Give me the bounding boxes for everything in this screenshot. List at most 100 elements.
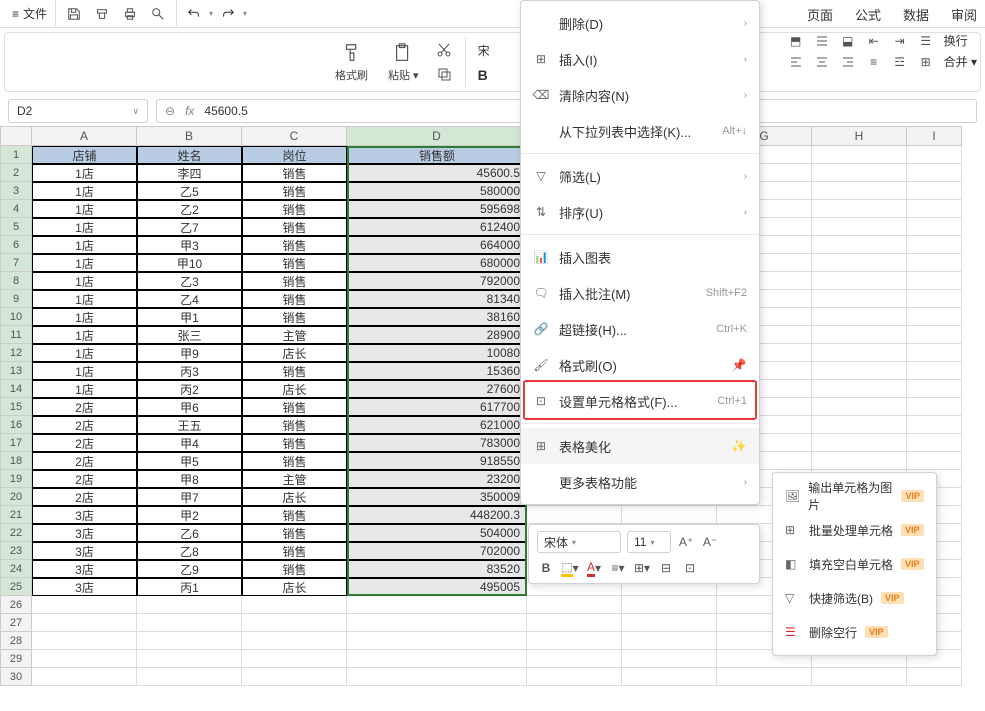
row-header[interactable]: 26 — [0, 596, 32, 614]
cell[interactable] — [907, 416, 962, 434]
row-header[interactable]: 14 — [0, 380, 32, 398]
cell[interactable]: 店长 — [242, 380, 347, 398]
cell[interactable]: 1店 — [32, 326, 137, 344]
cell[interactable] — [347, 596, 527, 614]
cell[interactable]: 乙2 — [137, 200, 242, 218]
ctx-more-table[interactable]: 更多表格功能› — [521, 464, 759, 500]
row-header[interactable]: 23 — [0, 542, 32, 560]
cell[interactable] — [907, 308, 962, 326]
row-header[interactable]: 11 — [0, 326, 32, 344]
fill-color-icon[interactable]: ⬚▾ — [561, 559, 579, 577]
cell[interactable]: 销售 — [242, 308, 347, 326]
cell[interactable] — [907, 290, 962, 308]
cell[interactable] — [907, 146, 962, 164]
cell[interactable]: 销售 — [242, 434, 347, 452]
row-header[interactable]: 16 — [0, 416, 32, 434]
cell[interactable]: 销售 — [242, 272, 347, 290]
cell[interactable]: 王五 — [137, 416, 242, 434]
mini-font-select[interactable]: 宋体▾ — [537, 531, 621, 553]
cell[interactable] — [812, 290, 907, 308]
align-left-icon[interactable] — [788, 54, 804, 70]
cell[interactable]: 27600 — [347, 380, 527, 398]
cell[interactable]: 702000 — [347, 542, 527, 560]
cancel-icon[interactable]: ⊖ — [165, 104, 175, 118]
cell[interactable]: 1店 — [32, 308, 137, 326]
cell[interactable] — [137, 632, 242, 650]
row-header[interactable]: 1 — [0, 146, 32, 164]
name-box[interactable]: D2 ∨ — [8, 99, 148, 123]
row-header[interactable]: 28 — [0, 632, 32, 650]
row-header[interactable]: 12 — [0, 344, 32, 362]
align-icon[interactable]: ≡▾ — [609, 559, 627, 577]
fx-icon[interactable]: fx — [185, 104, 194, 118]
cell[interactable] — [907, 398, 962, 416]
cell[interactable]: 店长 — [242, 578, 347, 596]
save-icon[interactable] — [66, 6, 82, 22]
cell[interactable]: 664000 — [347, 236, 527, 254]
row-header[interactable]: 29 — [0, 650, 32, 668]
sub-fill-blank[interactable]: ◧填充空白单元格VIP — [773, 547, 936, 581]
row-header[interactable]: 20 — [0, 488, 32, 506]
cell[interactable]: 10080 — [347, 344, 527, 362]
cell[interactable]: 甲6 — [137, 398, 242, 416]
cell[interactable]: 617700 — [347, 398, 527, 416]
tab-data[interactable]: 数据 — [903, 5, 929, 24]
mini-size-select[interactable]: 11▾ — [627, 531, 671, 553]
indent-increase-icon[interactable]: ⇥ — [892, 33, 908, 49]
redo-chevron-icon[interactable]: ▾ — [243, 9, 247, 18]
align-top-icon[interactable]: ⬒ — [788, 33, 804, 49]
cell[interactable] — [812, 434, 907, 452]
row-header[interactable]: 3 — [0, 182, 32, 200]
row-header[interactable]: 5 — [0, 218, 32, 236]
cell[interactable]: 甲4 — [137, 434, 242, 452]
cell[interactable]: 丙3 — [137, 362, 242, 380]
copy-icon[interactable] — [435, 65, 453, 83]
cell[interactable] — [137, 668, 242, 686]
cell[interactable] — [32, 596, 137, 614]
cell[interactable] — [812, 344, 907, 362]
cell[interactable]: 姓名 — [137, 146, 242, 164]
cell[interactable]: 甲1 — [137, 308, 242, 326]
cell[interactable]: 甲8 — [137, 470, 242, 488]
col-header-C[interactable]: C — [242, 126, 347, 146]
cell[interactable] — [907, 434, 962, 452]
cell[interactable]: 甲7 — [137, 488, 242, 506]
cell[interactable]: 783000 — [347, 434, 527, 452]
cell[interactable]: 1店 — [32, 290, 137, 308]
cell[interactable] — [812, 326, 907, 344]
tab-review[interactable]: 审阅 — [951, 5, 977, 24]
cell[interactable] — [137, 650, 242, 668]
cell[interactable]: 店长 — [242, 344, 347, 362]
cell[interactable]: 主管 — [242, 470, 347, 488]
col-header-I[interactable]: I — [907, 126, 962, 146]
cell[interactable]: 店长 — [242, 488, 347, 506]
cell[interactable]: 1店 — [32, 164, 137, 182]
ctx-format-painter[interactable]: 🖌格式刷(O)📌 — [521, 347, 759, 383]
cell[interactable]: 乙7 — [137, 218, 242, 236]
cell[interactable]: 乙9 — [137, 560, 242, 578]
cell[interactable] — [907, 668, 962, 686]
cell[interactable] — [812, 668, 907, 686]
row-header[interactable]: 30 — [0, 668, 32, 686]
cell[interactable]: 495005 — [347, 578, 527, 596]
row-header[interactable]: 15 — [0, 398, 32, 416]
cell[interactable] — [622, 668, 717, 686]
row-header[interactable]: 4 — [0, 200, 32, 218]
row-header[interactable]: 13 — [0, 362, 32, 380]
cell[interactable] — [812, 182, 907, 200]
merge-label[interactable]: 合并 ▾ — [944, 53, 977, 70]
cell[interactable]: 580000 — [347, 182, 527, 200]
cell[interactable]: 甲9 — [137, 344, 242, 362]
cell[interactable]: 乙5 — [137, 182, 242, 200]
cut-icon[interactable] — [435, 41, 453, 59]
format-icon[interactable]: ⊡ — [681, 559, 699, 577]
cell[interactable]: 621000 — [347, 416, 527, 434]
wrap-text-icon[interactable]: ☰ — [918, 33, 934, 49]
cell[interactable] — [717, 668, 812, 686]
ctx-delete[interactable]: 删除(D)› — [521, 5, 759, 41]
cell[interactable]: 918550 — [347, 452, 527, 470]
ctx-format-cells[interactable]: ⊡设置单元格格式(F)...Ctrl+1 — [521, 383, 759, 419]
col-header-B[interactable]: B — [137, 126, 242, 146]
cell[interactable]: 1店 — [32, 344, 137, 362]
ctx-clear[interactable]: ⌫清除内容(N)› — [521, 77, 759, 113]
